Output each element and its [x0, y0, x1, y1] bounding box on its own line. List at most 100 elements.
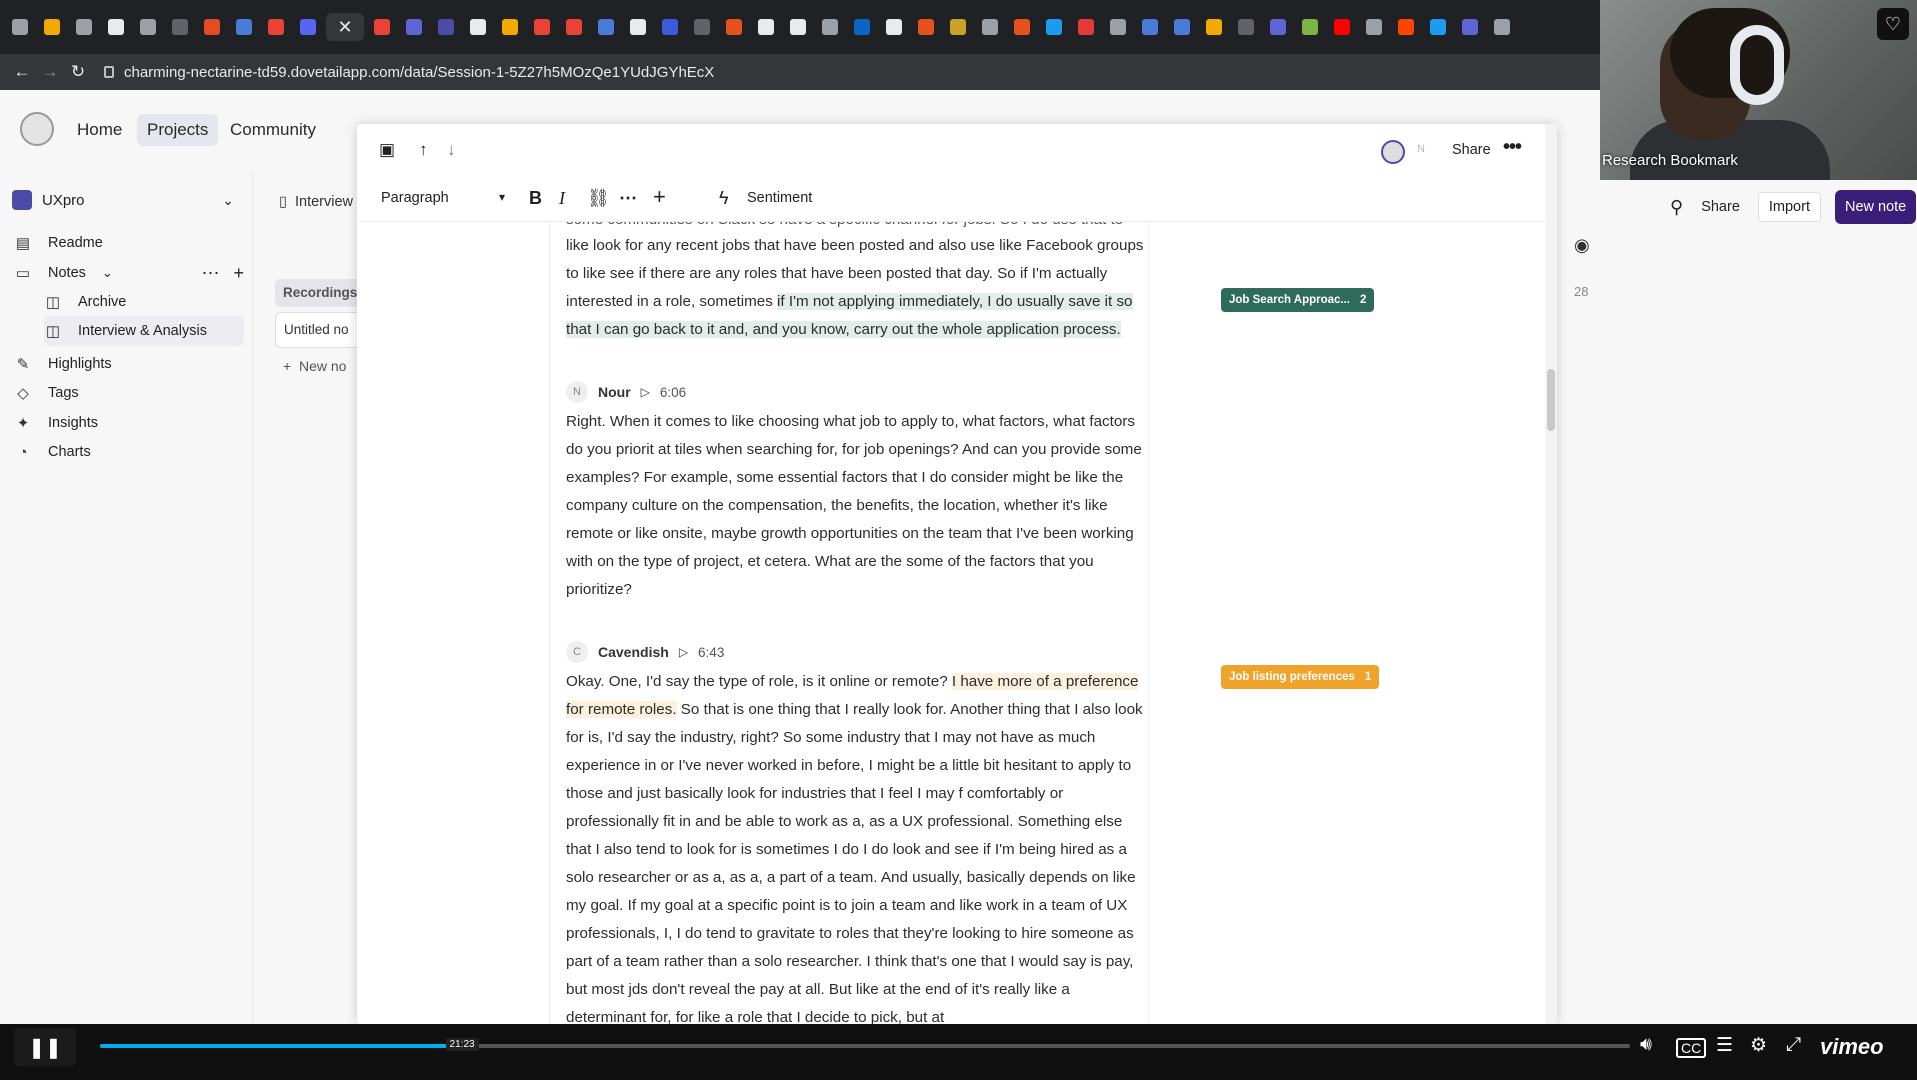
browser-tab[interactable] — [432, 13, 460, 41]
eye-icon[interactable]: ◉ — [1574, 235, 1590, 256]
workspace-selector[interactable]: UXpro ⌄ — [12, 185, 238, 215]
fullscreen-icon[interactable]: ⤢ — [1786, 1034, 1801, 1056]
browser-tab[interactable] — [528, 13, 556, 41]
recordings-group[interactable]: Recordings — [275, 279, 365, 307]
insert-icon[interactable]: + — [653, 184, 666, 210]
paragraph-style-select[interactable]: Paragraph ▾ — [381, 190, 505, 206]
new-note-button[interactable]: New note — [1834, 190, 1917, 224]
arrow-down-icon[interactable]: ↓ — [447, 140, 456, 160]
research-bookmark-logo[interactable] — [20, 112, 54, 146]
browser-tab[interactable] — [1104, 13, 1132, 41]
arrow-up-icon[interactable]: ↑ — [419, 140, 428, 160]
play-icon[interactable]: ▷ — [641, 385, 650, 399]
new-note-link[interactable]: + New no — [283, 358, 346, 374]
browser-tab[interactable] — [1296, 13, 1324, 41]
browser-tab[interactable] — [944, 13, 972, 41]
transcript-paragraph[interactable]: like look for any recent jobs that have … — [566, 232, 1146, 344]
transcript-paragraph[interactable]: some communities on Slack so have a spec… — [566, 222, 1146, 230]
browser-tab[interactable] — [976, 13, 1004, 41]
browser-tab[interactable] — [230, 13, 258, 41]
browser-tab[interactable] — [134, 13, 162, 41]
browser-tab[interactable] — [560, 13, 588, 41]
sidebar-item-insights[interactable]: ✦ Insights — [14, 408, 244, 438]
sidebar-item-charts[interactable]: ◔ Charts — [14, 437, 244, 467]
collapse-icon[interactable]: ▣ — [379, 140, 395, 160]
browser-tab[interactable] — [1200, 13, 1228, 41]
volume-icon[interactable]: 🔊︎ — [1640, 1034, 1652, 1056]
browser-tab[interactable] — [848, 13, 876, 41]
browser-tab[interactable]: ✕ — [326, 13, 364, 41]
browser-tab[interactable] — [6, 13, 34, 41]
browser-tab[interactable] — [400, 13, 428, 41]
browser-tab[interactable] — [1072, 13, 1100, 41]
vimeo-logo[interactable]: vimeo — [1820, 1034, 1884, 1060]
more-icon[interactable]: ••• — [1503, 136, 1522, 159]
transcript-paragraph[interactable]: Right. When it comes to like choosing wh… — [566, 408, 1146, 604]
browser-tab[interactable] — [656, 13, 684, 41]
browser-tab[interactable] — [624, 13, 652, 41]
browser-tab[interactable] — [1008, 13, 1036, 41]
italic-icon[interactable]: I — [559, 188, 565, 209]
browser-tab[interactable] — [70, 13, 98, 41]
browser-tab[interactable] — [38, 13, 66, 41]
captions-icon[interactable]: CC — [1676, 1038, 1707, 1058]
scrollbar-thumb[interactable] — [1547, 369, 1555, 431]
sidebar-item-tags[interactable]: ◇ Tags — [14, 378, 244, 408]
browser-tab[interactable] — [1456, 13, 1484, 41]
browser-tab[interactable] — [1360, 13, 1388, 41]
nav-home[interactable]: Home — [77, 120, 122, 140]
browser-tab[interactable] — [912, 13, 940, 41]
tag-chip-job-listing[interactable]: Job listing preferences 1 — [1221, 665, 1380, 689]
browser-tab[interactable] — [1328, 13, 1356, 41]
nav-projects[interactable]: Projects — [137, 114, 219, 146]
link-icon[interactable]: ⛓ — [587, 188, 610, 209]
timestamp[interactable]: 6:06 — [660, 385, 686, 400]
browser-tab[interactable] — [198, 13, 226, 41]
sidebar-item-readme[interactable]: ▤ Readme — [14, 228, 244, 258]
modal-scrollbar[interactable] — [1545, 124, 1557, 1024]
lightning-icon[interactable]: ϟ — [719, 188, 729, 209]
import-button[interactable]: Import — [1757, 192, 1821, 222]
forward-arrow-icon[interactable]: → — [36, 62, 64, 82]
sidebar-item-notes[interactable]: ▭ Notes ⌄ ⋯ + — [14, 258, 244, 288]
browser-tab[interactable] — [166, 13, 194, 41]
back-arrow-icon[interactable]: ← — [8, 62, 36, 82]
browser-tab[interactable] — [880, 13, 908, 41]
sidebar-item-archive[interactable]: ◫ Archive — [44, 287, 244, 317]
sidebar-item-highlights[interactable]: ✎ Highlights — [14, 349, 244, 379]
search-icon[interactable]: ⚲ — [1670, 197, 1683, 218]
browser-tab[interactable] — [1424, 13, 1452, 41]
browser-tab[interactable] — [752, 13, 780, 41]
browser-tab[interactable] — [720, 13, 748, 41]
browser-tab[interactable] — [1168, 13, 1196, 41]
browser-tab[interactable] — [1136, 13, 1164, 41]
browser-tab[interactable] — [368, 13, 396, 41]
browser-tab[interactable] — [688, 13, 716, 41]
browser-tab[interactable] — [784, 13, 812, 41]
more-icon[interactable]: ⋯ — [619, 188, 637, 209]
url-field[interactable]: charming-nectarine-td59.dovetailapp.com/… — [104, 64, 714, 81]
reload-icon[interactable]: ↻ — [64, 62, 92, 82]
avatar[interactable] — [1381, 140, 1405, 164]
play-icon[interactable]: ▷ — [679, 645, 688, 659]
sentiment-button[interactable]: Sentiment — [747, 190, 812, 206]
browser-tab[interactable] — [1232, 13, 1260, 41]
browser-tab[interactable] — [816, 13, 844, 41]
progress-track[interactable]: 21:23 — [100, 1038, 1630, 1051]
browser-tab[interactable] — [1040, 13, 1068, 41]
pause-button[interactable]: ❚❚ — [14, 1028, 76, 1066]
browser-tab[interactable] — [1264, 13, 1292, 41]
browser-tab[interactable] — [1488, 13, 1516, 41]
modal-share-button[interactable]: Share — [1452, 142, 1491, 158]
browser-tab[interactable] — [1392, 13, 1420, 41]
nav-community[interactable]: Community — [230, 120, 316, 140]
tab-interview[interactable]: ▯ Interview — [279, 194, 353, 210]
more-icon[interactable]: ⋯ — [201, 263, 219, 284]
tag-chip-job-search[interactable]: Job Search Approac... 2 — [1221, 288, 1375, 312]
browser-tab[interactable] — [294, 13, 322, 41]
bold-icon[interactable]: B — [529, 188, 542, 209]
heart-icon[interactable]: ♡ — [1877, 8, 1909, 40]
transcript-paragraph[interactable]: Okay. One, I'd say the type of role, is … — [566, 668, 1146, 1024]
settings-icon[interactable]: ⚙ — [1750, 1034, 1767, 1057]
browser-tab[interactable] — [496, 13, 524, 41]
